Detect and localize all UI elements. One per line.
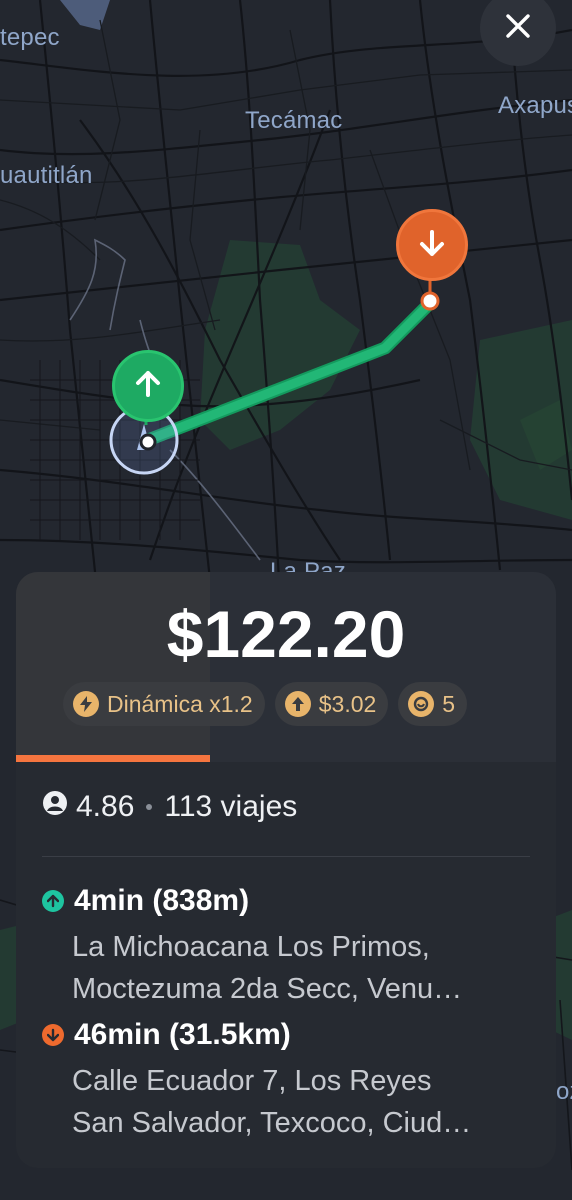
arrow-up-circle-icon [284, 691, 311, 717]
dropoff-pin [396, 209, 468, 281]
dropoff-point [420, 291, 440, 311]
offer-chips: Dinámica x1.2 $3.02 5 [63, 682, 468, 726]
points-label: 5 [442, 690, 456, 717]
dropoff-stop: 46min (31.5km) Calle Ecuador 7, Los Reye… [42, 1018, 542, 1144]
offer-price: $122.20 [166, 597, 406, 671]
map-label-tecamac: Tecámac [245, 107, 343, 134]
dropoff-address-line2: San Salvador, Texcoco, Ciud… [72, 1107, 472, 1139]
pickup-address: La Michoacana Los Primos, Moctezuma 2da … [72, 926, 542, 1010]
offer-timer-bar [16, 755, 210, 762]
pickup-address-line1: La Michoacana Los Primos, [72, 931, 430, 963]
dropoff-address-line1: Calle Ecuador 7, Los Reyes [72, 1065, 432, 1097]
arrow-up-icon [135, 370, 161, 402]
user-icon [42, 790, 68, 824]
bolt-icon [73, 691, 99, 717]
dropoff-address: Calle Ecuador 7, Los Reyes San Salvador,… [72, 1060, 542, 1144]
rider-trips: 113 viajes [164, 790, 298, 823]
close-icon [505, 13, 531, 43]
separator-dot [146, 804, 153, 810]
pickup-eta: 4min (838m) [74, 884, 250, 917]
pickup-address-line2: Moctezuma 2da Secc, Venu… [72, 973, 463, 1005]
pickup-bonus-label: $3.02 [318, 690, 377, 717]
dropoff-eta: 46min (31.5km) [74, 1018, 291, 1051]
map-label-axapus: Axapus [498, 92, 572, 119]
surge-label: Dinámica x1.2 [107, 690, 253, 717]
pickup-arrow-icon [42, 890, 64, 912]
map-label-ozi: ozi [556, 1078, 572, 1105]
divider [42, 856, 530, 857]
pickup-bonus-chip: $3.02 [274, 682, 389, 726]
rider-rating: 4.86 [76, 790, 135, 823]
pickup-stop: 4min (838m) La Michoacana Los Primos, Mo… [42, 884, 542, 1010]
points-chip: 5 [398, 682, 468, 726]
surge-chip: Dinámica x1.2 [63, 682, 265, 726]
arrow-down-icon [419, 229, 445, 261]
pickup-pin [112, 350, 184, 422]
map-label-tepec: tepec [0, 24, 60, 51]
coin-icon [408, 691, 435, 717]
map-label-cuautitlan: uautitlán [0, 162, 93, 189]
dropoff-arrow-icon [42, 1024, 64, 1046]
rider-rating-row: 4.86 113 viajes [42, 790, 297, 824]
ride-offer-card[interactable]: $122.20 Dinámica x1.2 $3.02 5 4.86 113 v… [16, 572, 556, 1168]
